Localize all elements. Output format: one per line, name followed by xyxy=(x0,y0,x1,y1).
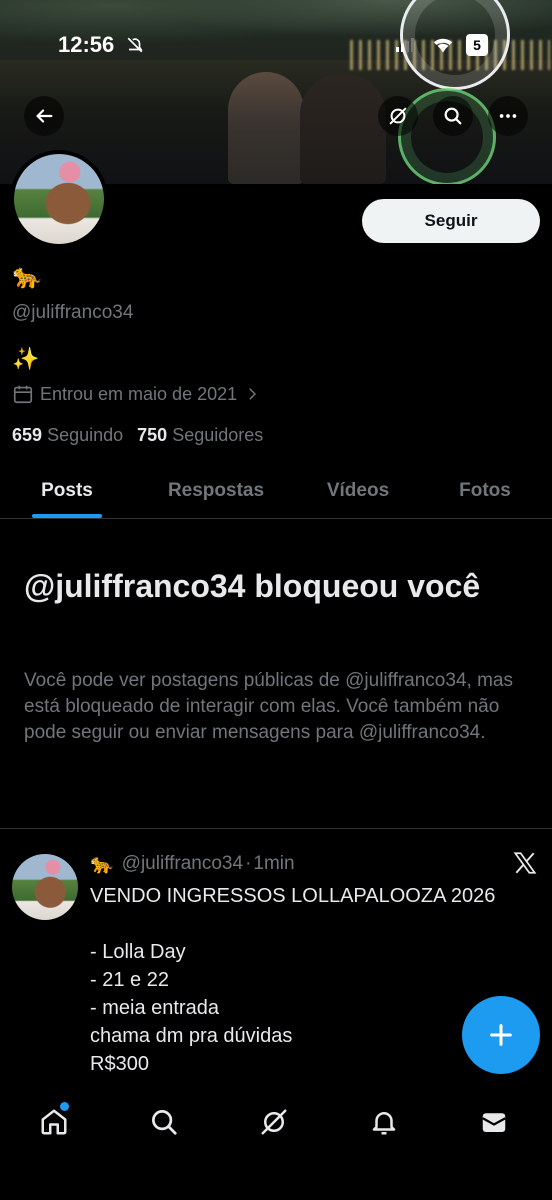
post-author-handle[interactable]: @juliffranco34 xyxy=(122,853,243,875)
joined-date[interactable]: Entrou em maio de 2021 xyxy=(12,383,261,405)
nav-search[interactable] xyxy=(144,1102,184,1142)
post-separator: · xyxy=(245,853,252,874)
tab-posts[interactable]: Posts xyxy=(0,464,134,518)
profile-avatar[interactable] xyxy=(10,150,108,248)
followers-label: Seguidores xyxy=(172,425,264,445)
signal-icon xyxy=(396,38,414,52)
tab-label: Vídeos xyxy=(326,480,390,501)
post-line: - meia entrada xyxy=(90,997,219,1019)
post-line: - 21 e 22 xyxy=(90,969,169,991)
following-link[interactable]: 659 Seguindo xyxy=(12,425,123,446)
post-author-avatar[interactable] xyxy=(12,854,78,920)
banner-person-right xyxy=(300,74,386,184)
followers-link[interactable]: 750 Seguidores xyxy=(137,425,263,446)
section-divider xyxy=(0,828,552,829)
more-options-button[interactable] xyxy=(488,96,528,136)
tab-respostas[interactable]: Respostas xyxy=(134,464,298,518)
following-label: Seguindo xyxy=(47,425,124,445)
joined-text: Entrou em maio de 2021 xyxy=(40,383,238,404)
wifi-icon xyxy=(432,36,454,59)
home-icon xyxy=(41,1109,67,1135)
post-line xyxy=(90,910,530,938)
blocked-description: Você pode ver postagens públicas de @jul… xyxy=(24,670,513,743)
post-line: - Lolla Day xyxy=(90,941,186,963)
x-logo-icon[interactable] xyxy=(512,850,538,876)
calendar-icon xyxy=(13,385,33,404)
nav-home[interactable] xyxy=(34,1102,74,1142)
post-line: VENDO INGRESSOS LOLLAPALOOZA 2026 xyxy=(90,885,496,907)
follow-button[interactable]: Seguir xyxy=(362,199,540,243)
tab-label: Fotos xyxy=(459,480,511,501)
notification-dot xyxy=(60,1102,69,1111)
post-header: 🐆 @juliffranco34 · 1min xyxy=(90,852,295,876)
tab-label: Posts xyxy=(41,480,93,501)
bell-icon xyxy=(372,1112,396,1135)
active-tab-indicator xyxy=(32,514,102,518)
mute-icon xyxy=(126,36,144,59)
bottom-navigation xyxy=(0,1080,552,1200)
search-button[interactable] xyxy=(433,96,473,136)
post-author-name[interactable]: 🐆 xyxy=(90,852,114,876)
avatar-image xyxy=(14,154,104,244)
grok-button[interactable] xyxy=(378,96,418,136)
post-time: 1min xyxy=(253,853,295,874)
arrow-left-icon xyxy=(36,109,53,123)
profile-handle: @juliffranco34 xyxy=(12,302,134,323)
chevron-right-icon xyxy=(249,388,257,400)
profile-tabs: Posts Respostas Vídeos Fotos xyxy=(0,464,552,519)
compose-button[interactable] xyxy=(462,996,540,1074)
followers-count: 750 xyxy=(137,425,168,445)
blocked-title: @juliffranco34 bloqueou você xyxy=(24,568,481,604)
nav-grok[interactable] xyxy=(254,1102,294,1142)
search-icon xyxy=(152,1110,177,1135)
grok-icon xyxy=(261,1109,287,1135)
back-button[interactable] xyxy=(24,96,64,136)
nav-messages[interactable] xyxy=(474,1102,514,1142)
nav-notifications[interactable] xyxy=(364,1102,404,1142)
status-bar: 12:56 5 xyxy=(0,28,552,64)
search-icon xyxy=(444,107,462,125)
battery-icon: 5 xyxy=(466,34,488,56)
grok-icon xyxy=(389,107,407,125)
follow-counts: 659 Seguindo 750 Seguidores xyxy=(12,425,263,446)
post-line: R$300 xyxy=(90,1053,149,1075)
profile-bio: ✨ xyxy=(12,346,40,371)
plus-icon xyxy=(490,1024,512,1046)
following-count: 659 xyxy=(12,425,43,445)
status-time: 12:56 xyxy=(58,32,115,57)
tab-videos[interactable]: Vídeos xyxy=(298,464,418,518)
mail-icon xyxy=(482,1113,506,1132)
display-name: 🐆 xyxy=(12,263,42,290)
more-icon xyxy=(499,114,517,118)
tab-fotos[interactable]: Fotos xyxy=(418,464,552,518)
banner-person-left xyxy=(228,72,304,184)
tab-label: Respostas xyxy=(167,480,265,501)
